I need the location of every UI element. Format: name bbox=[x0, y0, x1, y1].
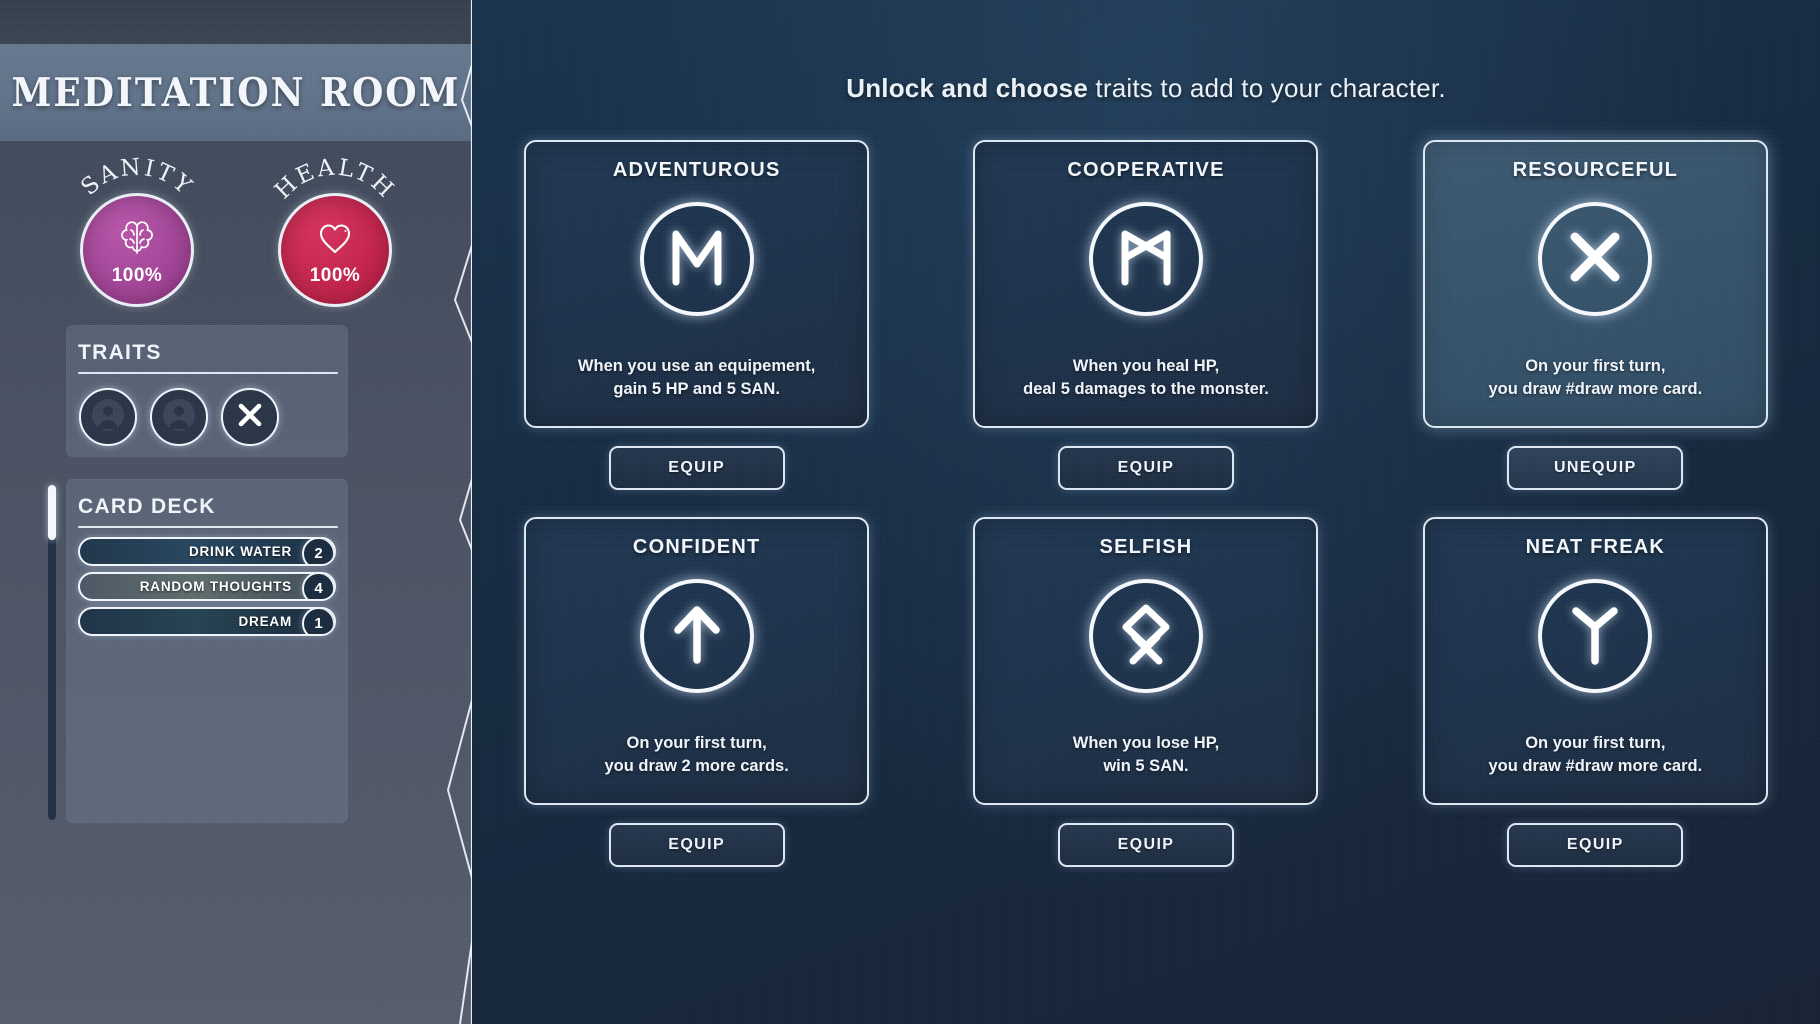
person-placeholder-icon bbox=[162, 398, 196, 437]
trait-slot-1[interactable] bbox=[79, 388, 137, 446]
trait-card-description: On your first turn, you draw 2 more card… bbox=[604, 732, 788, 777]
trait-desc-line-2: win 5 SAN. bbox=[1103, 756, 1189, 775]
equip-button-neat-freak[interactable]: EQUIP bbox=[1507, 823, 1684, 867]
trait-desc-line-1: When you use an equipement, bbox=[577, 357, 816, 376]
trait-desc-line-2: gain 5 HP and 5 SAN. bbox=[613, 379, 780, 398]
trait-card-confident[interactable]: CONFIDENT On your first turn, you draw 2… bbox=[524, 517, 870, 805]
dagaz-crossed-m-rune-icon bbox=[1114, 224, 1178, 295]
trait-slot-3-resourceful[interactable] bbox=[221, 388, 279, 446]
stat-health-dial: 100% bbox=[278, 193, 392, 307]
trait-cell-cooperative: COOPERATIVE When you heal HP, deal 5 dam… bbox=[973, 140, 1319, 490]
deck-scrollbar-thumb[interactable] bbox=[48, 485, 56, 540]
main-heading-rest: traits to add to your character. bbox=[1088, 73, 1446, 103]
trait-desc-line-1: On your first turn, bbox=[626, 734, 767, 753]
heart-icon bbox=[314, 218, 356, 263]
list-item[interactable]: DREAM 1 bbox=[78, 607, 336, 636]
deck-card-name: DRINK WATER bbox=[188, 544, 292, 559]
equip-button-adventurous[interactable]: EQUIP bbox=[608, 446, 785, 490]
deck-card-count: 2 bbox=[302, 539, 334, 564]
stat-health: HEALTH 100% bbox=[265, 154, 405, 320]
trait-cell-resourceful: RESOURCEFUL On your first turn, you draw… bbox=[1422, 140, 1768, 490]
trait-desc-line-1: When you lose HP, bbox=[1072, 734, 1220, 753]
rune-ring bbox=[1538, 579, 1653, 693]
traits-panel: TRAITS bbox=[66, 325, 348, 457]
card-deck-panel-title: CARD DECK bbox=[78, 495, 216, 518]
othala-rune-icon bbox=[1115, 600, 1177, 673]
trait-cell-selfish: SELFISH When you lose HP, win 5 SAN. EQU… bbox=[973, 517, 1319, 867]
deck-card-count: 4 bbox=[302, 574, 334, 599]
stat-sanity-value: 100% bbox=[111, 264, 163, 286]
trait-cell-neat-freak: NEAT FREAK On your first turn, you draw … bbox=[1422, 517, 1768, 867]
trait-card-selfish[interactable]: SELFISH When you lose HP, win 5 SAN. bbox=[973, 517, 1319, 805]
equip-button-confident[interactable]: EQUIP bbox=[608, 823, 785, 867]
card-deck-list: DRINK WATER 2 RANDOM THOUGHTS 4 DREAM 1 bbox=[66, 528, 348, 636]
deck-card-count: 1 bbox=[302, 609, 334, 634]
main-heading-bold: Unlock and choose bbox=[846, 73, 1088, 103]
x-rune-icon bbox=[233, 398, 267, 437]
trait-desc-line-1: On your first turn, bbox=[1525, 734, 1666, 753]
main-heading: Unlock and choose traits to add to your … bbox=[472, 0, 1820, 104]
stat-sanity: SANITY 100% bbox=[67, 154, 207, 320]
rune-ring bbox=[1088, 202, 1203, 316]
deck-card-name: RANDOM THOUGHTS bbox=[139, 579, 292, 594]
list-item[interactable]: DRINK WATER 2 bbox=[78, 537, 336, 566]
trait-card-title: NEAT FREAK bbox=[1525, 536, 1666, 558]
trait-card-description: When you heal HP, deal 5 damages to the … bbox=[1023, 355, 1269, 400]
trait-desc-line-2: deal 5 damages to the monster. bbox=[1023, 379, 1269, 398]
trait-card-description: On your first turn, you draw #draw more … bbox=[1489, 355, 1703, 400]
trait-card-title: CONFIDENT bbox=[632, 536, 761, 558]
brain-icon bbox=[116, 218, 158, 263]
rune-ring bbox=[639, 579, 754, 693]
trait-desc-line-2: you draw #draw more card. bbox=[1488, 379, 1703, 398]
trait-card-neat-freak[interactable]: NEAT FREAK On your first turn, you draw … bbox=[1422, 517, 1768, 805]
rune-ring bbox=[639, 202, 754, 316]
player-stats: SANITY 100% HEALTH 100% bbox=[0, 154, 472, 320]
unequip-button-resourceful[interactable]: UNEQUIP bbox=[1507, 446, 1684, 490]
trait-desc-line-1: When you heal HP, bbox=[1072, 357, 1220, 376]
rune-ring bbox=[1538, 202, 1653, 316]
trait-desc-line-2: you draw 2 more cards. bbox=[604, 756, 789, 775]
traits-panel-title: TRAITS bbox=[78, 341, 162, 364]
list-item[interactable]: RANDOM THOUGHTS 4 bbox=[78, 572, 336, 601]
algiz-rune-icon bbox=[1566, 601, 1624, 672]
stat-sanity-dial: 100% bbox=[80, 193, 194, 307]
person-placeholder-icon bbox=[91, 398, 125, 437]
sidebar: MEDITATION ROOM SANITY 100% HEALTH 100% … bbox=[0, 0, 472, 1024]
trait-card-cooperative[interactable]: COOPERATIVE When you heal HP, deal 5 dam… bbox=[973, 140, 1319, 428]
trait-card-title: SELFISH bbox=[1099, 536, 1193, 558]
equip-button-cooperative[interactable]: EQUIP bbox=[1057, 446, 1234, 490]
trait-card-description: On your first turn, you draw #draw more … bbox=[1489, 732, 1703, 777]
trait-card-description: When you lose HP, win 5 SAN. bbox=[1073, 732, 1219, 777]
main-content: Unlock and choose traits to add to your … bbox=[472, 0, 1820, 1024]
trait-cell-confident: CONFIDENT On your first turn, you draw 2… bbox=[524, 517, 870, 867]
gebo-x-rune-icon bbox=[1564, 226, 1626, 293]
equip-button-selfish[interactable]: EQUIP bbox=[1057, 823, 1234, 867]
trait-cell-adventurous: ADVENTUROUS When you use an equipement, … bbox=[524, 140, 870, 490]
trait-card-title: ADVENTUROUS bbox=[612, 159, 781, 181]
trait-slot-2[interactable] bbox=[150, 388, 208, 446]
game-screen: MEDITATION ROOM SANITY 100% HEALTH 100% … bbox=[0, 0, 1820, 1024]
sidebar-title-band: MEDITATION ROOM bbox=[0, 44, 472, 141]
stat-health-value: 100% bbox=[309, 264, 361, 286]
trait-card-adventurous[interactable]: ADVENTUROUS When you use an equipement, … bbox=[524, 140, 870, 428]
traits-grid: ADVENTUROUS When you use an equipement, … bbox=[472, 140, 1820, 867]
trait-card-description: When you use an equipement, gain 5 HP an… bbox=[578, 355, 815, 400]
trait-card-resourceful[interactable]: RESOURCEFUL On your first turn, you draw… bbox=[1422, 140, 1768, 428]
deck-scrollbar[interactable] bbox=[48, 485, 56, 820]
trait-card-title: RESOURCEFUL bbox=[1512, 159, 1679, 181]
ehwaz-m-rune-icon bbox=[666, 224, 728, 295]
traits-slot-list bbox=[66, 374, 348, 446]
sidebar-top-strip bbox=[0, 0, 472, 44]
card-deck-panel: CARD DECK DRINK WATER 2 RANDOM THOUGHTS … bbox=[66, 479, 348, 823]
tiwaz-arrow-rune-icon bbox=[668, 601, 726, 672]
trait-desc-line-2: you draw #draw more card. bbox=[1488, 756, 1703, 775]
deck-card-name: DREAM bbox=[238, 614, 292, 629]
trait-desc-line-1: On your first turn, bbox=[1525, 357, 1666, 376]
rune-ring bbox=[1088, 579, 1203, 693]
trait-card-title: COOPERATIVE bbox=[1067, 159, 1225, 181]
page-title: MEDITATION ROOM bbox=[11, 69, 461, 116]
